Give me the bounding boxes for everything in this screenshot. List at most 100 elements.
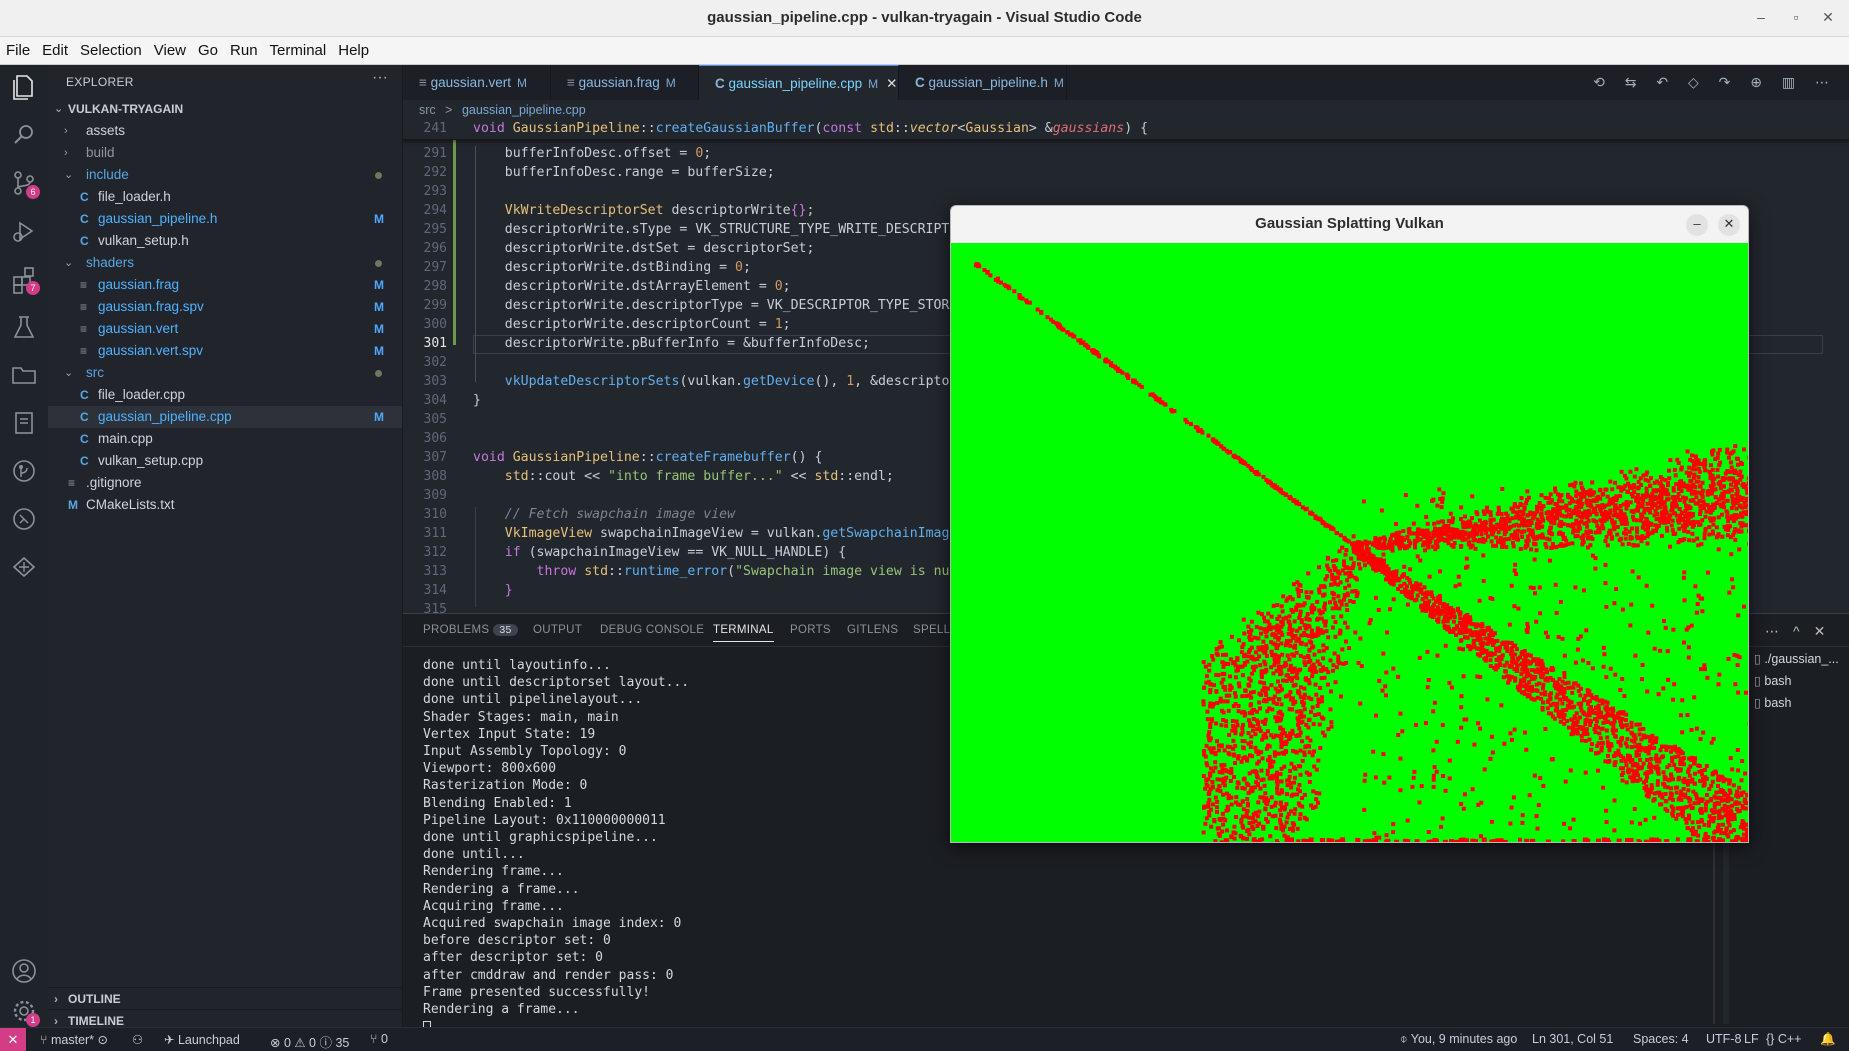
git-graph-icon[interactable]: ⚇ [132,1032,143,1047]
source-control-icon[interactable]: 6 [8,167,40,199]
splat-point [1584,520,1589,525]
tab-gaussian-pipeline-h[interactable]: C gaussian_pipeline.h M [899,65,1067,100]
menu-edit[interactable]: Edit [42,42,68,59]
tab-gaussian-frag[interactable]: ≡ gaussian.frag M [551,65,699,100]
encoding-status[interactable]: UTF-8 [1706,1032,1741,1046]
cursor-position[interactable]: Ln 301, Col 51 [1532,1032,1613,1046]
folder-item[interactable]: ⌄ shaders [48,252,402,274]
more-actions-icon[interactable]: ··· [372,69,388,87]
panel-tab-gitlens[interactable]: GITLENS [847,624,898,636]
tab-gaussian-vert[interactable]: ≡ gaussian.vert M [403,65,551,100]
file-item[interactable]: M CMakeLists.txt [48,494,402,516]
close-button[interactable]: ✕ [1818,9,1838,26]
editor-actions[interactable]: ⟲ ⇆ ↶ ◇ ↷ ⊕ ▥ ⋯ [1593,74,1837,91]
tab-gaussian-pipeline-cpp[interactable]: C gaussian_pipeline.cpp M ✕ [699,65,899,100]
splat-point [1719,512,1724,517]
splat-point [1236,704,1241,708]
menu-file[interactable]: File [6,42,30,59]
breadcrumb-file[interactable]: gaussian_pipeline.cpp [462,103,586,117]
search-icon[interactable] [8,119,40,151]
indentation-status[interactable]: Spaces: 4 [1633,1032,1689,1046]
menu-help[interactable]: Help [338,42,369,59]
remote-indicator[interactable]: ✕ [0,1028,26,1051]
ports-status[interactable]: ⑂ 0 [370,1032,388,1046]
splat-point [1690,453,1694,458]
blame-status[interactable]: ⌽ You, 9 minutes ago [1400,1032,1517,1047]
run-debug-icon[interactable] [8,215,40,247]
folder-item[interactable]: ⌄ src [48,362,402,384]
file-item[interactable]: Cgaussian_pipeline.cpp M [48,406,402,428]
file-item[interactable]: Cfile_loader.h [48,186,402,208]
menu-go[interactable]: Go [198,42,218,59]
splat-point [1271,759,1276,764]
file-item[interactable]: Cgaussian_pipeline.h M [48,208,402,230]
remote-icon[interactable] [8,503,40,535]
folder-icon[interactable] [8,359,40,391]
launchpad-status[interactable]: ✈ Launchpad [164,1032,240,1047]
render-canvas[interactable] [951,243,1748,842]
panel-tab-problems[interactable]: PROBLEMS 35 [423,624,518,636]
folder-item[interactable]: ⌄ include [48,164,402,186]
file-item[interactable]: ≡ gaussian.vert.spv M [48,340,402,362]
panel-tab-ports[interactable]: PORTS [790,624,831,636]
vulkan-minimize-button[interactable]: – [1686,214,1708,236]
splat-point [1722,505,1727,510]
folder-item[interactable]: › assets [48,120,402,142]
terminal-list-item[interactable]: ▯ ./gaussian_... [1754,651,1839,666]
splat-point [1332,577,1336,581]
vulkan-window[interactable]: Gaussian Splatting Vulkan – ✕ [950,205,1749,843]
vulkan-close-button[interactable]: ✕ [1718,214,1740,236]
panel-tab-output[interactable]: OUTPUT [533,624,582,636]
language-status[interactable]: {} C++ [1766,1032,1801,1046]
extensions-icon[interactable]: 7 [8,263,40,295]
menu-selection[interactable]: Selection [80,42,142,59]
explorer-icon[interactable] [8,71,40,103]
file-item[interactable]: Cmain.cpp [48,428,402,450]
problems-status[interactable]: ⊗ 0 ⚠ 0 ⓘ 35 [270,1032,349,1051]
outline-section[interactable]: › OUTLINE [48,987,402,1009]
breadcrumb-folder[interactable]: src [419,103,436,117]
file-item[interactable]: Cvulkan_setup.cpp [48,450,402,472]
terminal-list-item[interactable]: ▯ bash [1754,673,1791,688]
branch-status[interactable]: ⑂ master* ⊙ [40,1032,108,1047]
splat-point [1520,652,1525,657]
file-item[interactable]: ≡ gaussian.frag.spv M [48,296,402,318]
account-icon[interactable] [8,955,40,987]
menu-run[interactable]: Run [230,42,258,59]
workspace-root[interactable]: ⌄ VULKAN-TRYAGAIN [48,98,402,120]
folder-item[interactable]: › build [48,142,402,164]
minimize-button[interactable]: – [1751,9,1771,25]
testing-icon[interactable] [8,311,40,343]
panel-actions[interactable]: ⋯^✕ [1765,623,1839,640]
close-panel-icon[interactable]: ✕ [1814,623,1840,639]
maximize-button[interactable]: ▫ [1786,9,1806,25]
notebook-icon[interactable] [8,407,40,439]
eol-status[interactable]: LF [1744,1032,1759,1046]
file-item[interactable]: ≡ gaussian.vert M [48,318,402,340]
file-item[interactable]: Cfile_loader.cpp [48,384,402,406]
panel-tab-spell[interactable]: SPELL [913,624,950,636]
menu-terminal[interactable]: Terminal [270,42,327,59]
close-tab-icon[interactable]: ✕ [886,76,897,91]
splat-point [1497,645,1502,650]
panel-tab-terminal[interactable]: TERMINAL [713,624,774,642]
splat-point [1517,516,1522,521]
terminal-list-item[interactable]: ▯ bash [1754,695,1791,710]
more-icon[interactable]: ⋯ [1765,623,1793,639]
gitlens-icon[interactable] [8,455,40,487]
menu-view[interactable]: View [154,42,186,59]
splat-point [1275,782,1280,787]
window-titlebar: gaussian_pipeline.cpp - vulkan-tryagain … [0,0,1849,37]
splat-point [1303,625,1308,630]
splat-point [1700,596,1705,601]
maximize-panel-icon[interactable]: ^ [1793,623,1814,639]
panel-tab-debug-console[interactable]: DEBUG CONSOLE [600,624,704,636]
docker-icon[interactable] [8,551,40,583]
file-item[interactable]: ≡ gaussian.frag M [48,274,402,296]
splat-point [1222,446,1226,451]
settings-icon[interactable]: 1 [8,995,40,1027]
file-item[interactable]: Cvulkan_setup.h [48,230,402,252]
file-item[interactable]: ≡ .gitignore [48,472,402,494]
splat-point [1391,597,1396,602]
bell-icon[interactable]: 🔔 [1820,1032,1836,1047]
